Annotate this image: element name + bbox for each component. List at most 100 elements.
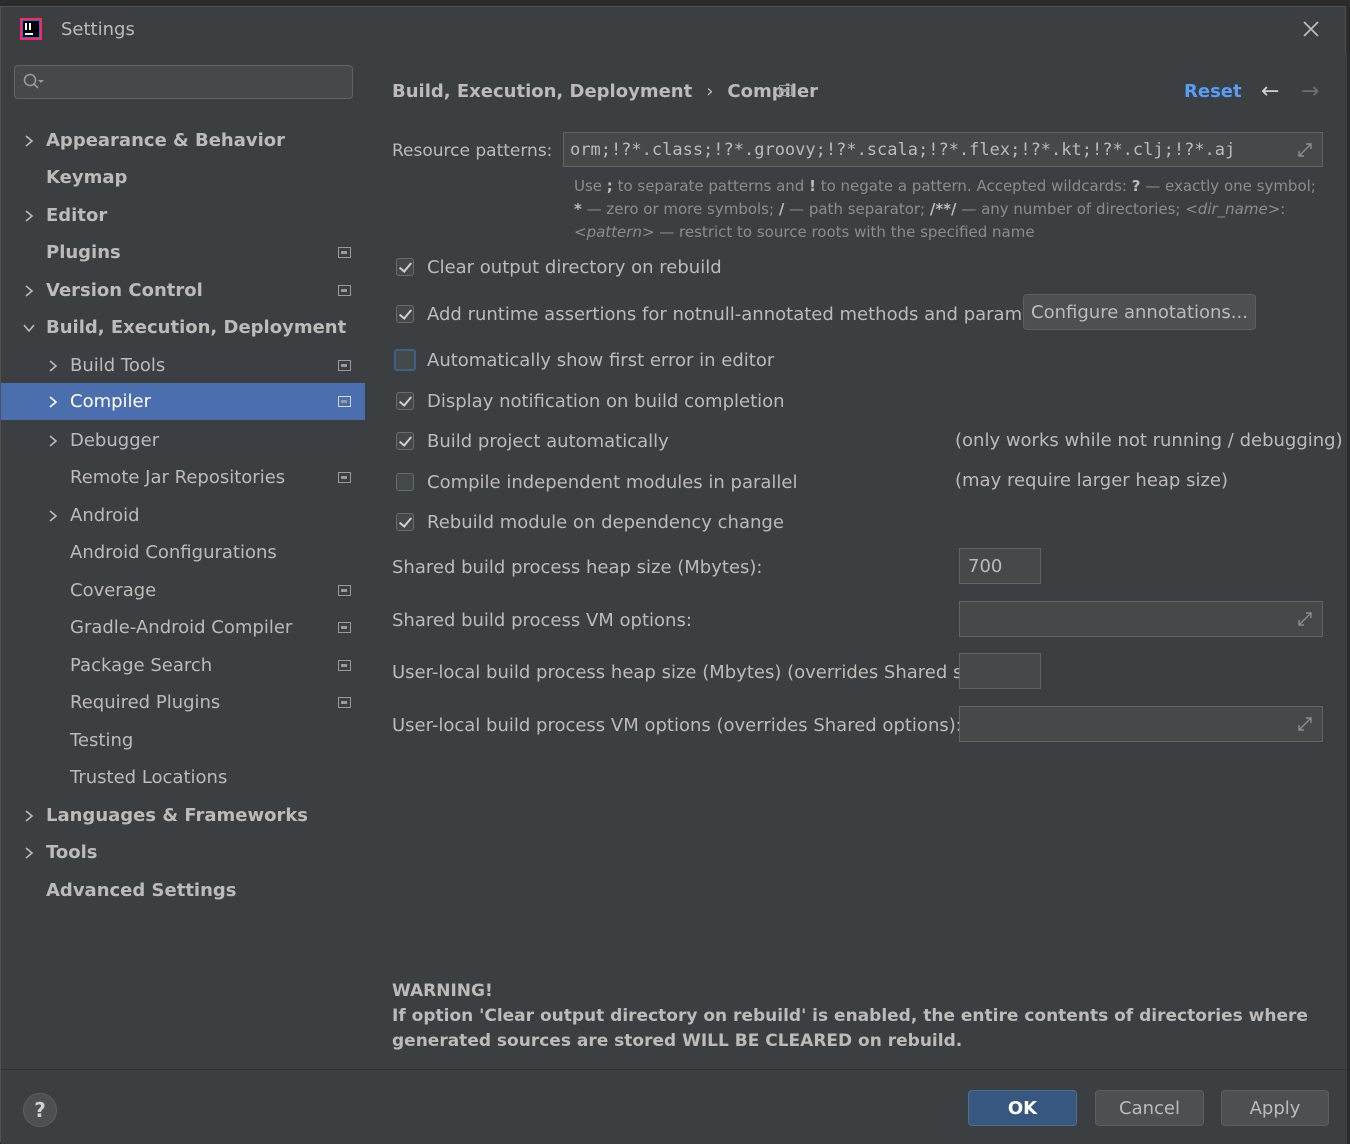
user-heap-label: User-local build process heap size (Mbyt… [392, 662, 1002, 683]
sidebar-item-label: Gradle-Android Compiler [70, 617, 293, 638]
sidebar-item-version-control[interactable]: Version Control [1, 272, 365, 309]
checkbox-checked[interactable] [396, 305, 414, 323]
sidebar-item-label: Required Plugins [70, 692, 221, 713]
shared-vm-label: Shared build process VM options: [392, 610, 692, 631]
ok-button[interactable]: OK [968, 1090, 1077, 1126]
sidebar-item-build-tools[interactable]: Build Tools [1, 347, 365, 384]
checkbox-checked[interactable] [396, 513, 414, 531]
configure-annotations-button[interactable]: Configure annotations... [1023, 294, 1256, 330]
sidebar-item-coverage[interactable]: Coverage [1, 572, 365, 609]
chevron-right-icon [25, 134, 34, 147]
project-level-icon [338, 622, 351, 633]
expand-icon[interactable] [1296, 610, 1314, 628]
sidebar-item-label: Languages & Frameworks [46, 805, 309, 826]
sidebar-item-label: Android Configurations [70, 542, 277, 563]
checkbox-unchecked[interactable] [394, 349, 416, 371]
shared-heap-label: Shared build process heap size (Mbytes): [392, 557, 763, 578]
back-arrow-icon[interactable]: ← [1261, 79, 1279, 104]
checkbox-label: Clear output directory on rebuild [427, 256, 722, 278]
sidebar-item-label: Compiler [70, 391, 152, 412]
checkbox-label: Display notification on build completion [427, 390, 785, 412]
close-icon[interactable] [1299, 17, 1323, 41]
checkbox-label: Add runtime assertions for notnull-annot… [427, 303, 1069, 325]
breadcrumb-separator: › [706, 81, 714, 102]
sidebar-item-editor[interactable]: Editor [1, 197, 365, 234]
warning-text: If option 'Clear output directory on reb… [392, 1006, 1308, 1051]
breadcrumb-current: Compiler [727, 81, 819, 102]
project-level-icon [338, 660, 351, 671]
project-level-icon [338, 285, 351, 296]
compiler-settings-panel: Build, Execution, Deployment › Compiler … [365, 53, 1347, 1069]
sidebar-item-compiler[interactable]: Compiler [1, 383, 365, 420]
sidebar-item-remote-jar-repositories[interactable]: Remote Jar Repositories [1, 459, 365, 496]
help-button[interactable]: ? [23, 1093, 57, 1127]
chevron-down-icon [23, 323, 35, 332]
user-vm-input[interactable] [959, 706, 1323, 742]
checkbox-label: Automatically show first error in editor [427, 349, 775, 371]
sidebar-item-label: Coverage [70, 580, 157, 601]
chevron-right-icon [25, 284, 34, 297]
sidebar-item-advanced-settings[interactable]: Advanced Settings [1, 872, 365, 909]
sidebar-item-android[interactable]: Android [1, 497, 365, 534]
chevron-right-icon [49, 434, 58, 447]
sidebar-item-appearance-behavior[interactable]: Appearance & Behavior [1, 122, 365, 159]
checkbox-unchecked[interactable] [396, 473, 414, 491]
sidebar-item-keymap[interactable]: Keymap [1, 159, 365, 196]
sidebar-item-plugins[interactable]: Plugins [1, 234, 365, 271]
sidebar-item-languages-frameworks[interactable]: Languages & Frameworks [1, 797, 365, 834]
breadcrumb-parent[interactable]: Build, Execution, Deployment [392, 81, 692, 102]
apply-button[interactable]: Apply [1221, 1090, 1329, 1126]
settings-sidebar: Appearance & Behavior Keymap Editor Plug… [1, 53, 365, 1069]
sidebar-item-label: Android [70, 505, 140, 526]
user-vm-label: User-local build process VM options (ove… [392, 715, 962, 736]
checkbox-checked[interactable] [396, 392, 414, 410]
expand-icon[interactable] [1296, 715, 1314, 733]
sidebar-item-debugger[interactable]: Debugger [1, 422, 365, 459]
project-level-icon [338, 585, 351, 596]
sidebar-item-android-configurations[interactable]: Android Configurations [1, 534, 365, 571]
clear-output-warning: WARNING! If option 'Clear output directo… [392, 979, 1322, 1054]
cancel-button[interactable]: Cancel [1095, 1090, 1204, 1126]
sidebar-item-required-plugins[interactable]: Required Plugins [1, 684, 365, 721]
chevron-right-icon [25, 846, 34, 859]
sidebar-item-label: Testing [70, 730, 134, 751]
checkbox-checked[interactable] [396, 432, 414, 450]
sidebar-item-label: Build, Execution, Deployment [46, 317, 347, 338]
intellij-logo-icon [20, 18, 42, 40]
search-icon [23, 73, 44, 89]
settings-search-input[interactable] [14, 65, 353, 99]
sidebar-item-gradle-android-compiler[interactable]: Gradle-Android Compiler [1, 609, 365, 646]
user-heap-input[interactable] [959, 653, 1041, 689]
forward-arrow-icon[interactable]: → [1301, 79, 1319, 104]
sidebar-item-label: Plugins [46, 242, 121, 263]
reset-link[interactable]: Reset [1184, 81, 1242, 102]
parallel-compile-note: (may require larger heap size) [955, 470, 1228, 491]
checkbox-checked[interactable] [396, 258, 414, 276]
shared-heap-value: 700 [968, 556, 1003, 577]
chevron-right-icon [25, 809, 34, 822]
warning-title: WARNING! [392, 981, 493, 1001]
sidebar-item-build-execution-deployment[interactable]: Build, Execution, Deployment [1, 309, 365, 346]
sidebar-item-package-search[interactable]: Package Search [1, 647, 365, 684]
sidebar-item-label: Editor [46, 205, 108, 226]
sidebar-item-label: Trusted Locations [70, 767, 228, 788]
sidebar-item-trusted-locations[interactable]: Trusted Locations [1, 759, 365, 796]
sidebar-item-label: Package Search [70, 655, 213, 676]
dialog-footer: ? OK Cancel Apply [1, 1069, 1347, 1144]
resource-patterns-label: Resource patterns: [392, 141, 553, 161]
shared-vm-input[interactable] [959, 601, 1323, 637]
checkbox-label: Compile independent modules in parallel [427, 471, 798, 493]
chevron-right-icon [49, 359, 58, 372]
sidebar-item-testing[interactable]: Testing [1, 722, 365, 759]
shared-heap-input[interactable]: 700 [959, 548, 1041, 584]
sidebar-item-label: Version Control [46, 280, 203, 301]
project-level-icon [338, 360, 351, 371]
expand-icon[interactable] [1296, 141, 1314, 159]
title-bar: Settings [1, 7, 1345, 53]
resource-patterns-input[interactable]: orm;!?*.class;!?*.groovy;!?*.scala;!?*.f… [563, 132, 1323, 167]
window-title: Settings [61, 19, 135, 40]
chevron-right-icon [49, 509, 58, 522]
checkbox-label: Rebuild module on dependency change [427, 511, 784, 533]
sidebar-item-tools[interactable]: Tools [1, 834, 365, 871]
sidebar-item-label: Remote Jar Repositories [70, 467, 286, 488]
